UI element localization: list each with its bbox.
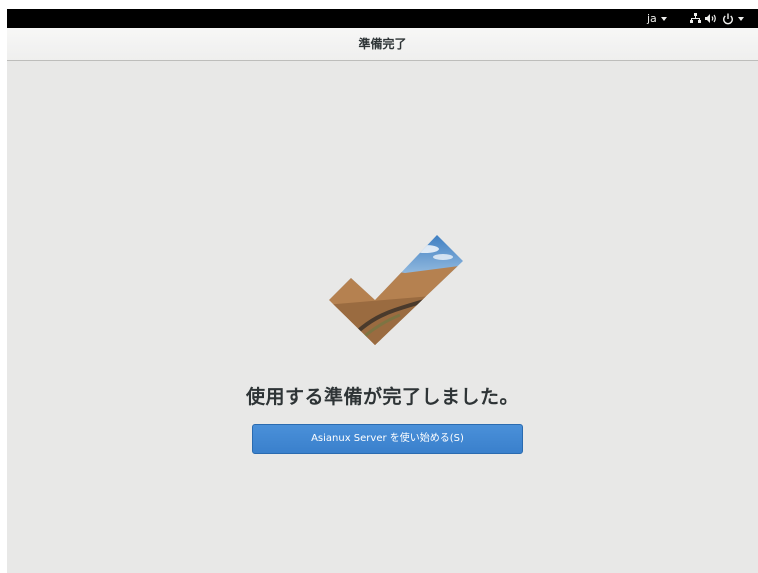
- network-icon: [690, 13, 701, 23]
- header-bar: 準備完了: [7, 28, 758, 61]
- start-using-button[interactable]: Asianux Server を使い始める(S): [252, 424, 523, 454]
- language-label: ja: [647, 12, 657, 25]
- language-indicator[interactable]: ja: [647, 9, 667, 28]
- power-icon: [723, 13, 733, 24]
- top-bar: ja: [7, 9, 758, 28]
- volume-icon: [705, 14, 716, 23]
- main-content: 使用する準備が完了しました。 Asianux Server を使い始める(S): [7, 61, 758, 573]
- page-title: 準備完了: [358, 37, 407, 51]
- chevron-down-icon: [660, 16, 667, 21]
- setup-window: ja 準備完了 使用する準備が完了しました。 Asianux Server を使…: [7, 9, 758, 573]
- completion-heading: 使用する準備が完了しました。: [245, 386, 519, 408]
- checkmark-icon: [329, 235, 463, 345]
- chevron-down-icon: [738, 16, 744, 21]
- system-menu[interactable]: [690, 9, 744, 28]
